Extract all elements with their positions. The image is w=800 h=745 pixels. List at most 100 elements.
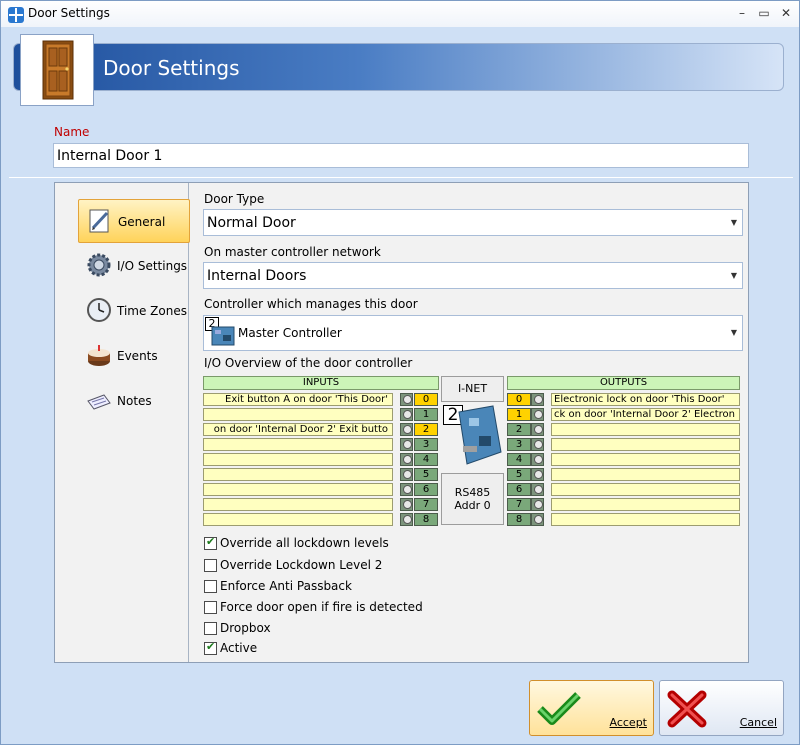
output-label[interactable]: ck on door 'Internal Door 2' Electron <box>551 408 740 421</box>
led-icon <box>531 423 544 436</box>
header-banner: Door Settings <box>13 43 784 91</box>
led-icon <box>400 453 413 466</box>
chevron-down-icon[interactable]: ▼ <box>726 316 742 350</box>
checkbox-icon[interactable] <box>204 559 217 572</box>
close-button[interactable]: ✕ <box>775 4 797 22</box>
controller-label: Controller which manages this door <box>204 297 418 311</box>
controller-board: 2 <box>441 402 504 472</box>
maximize-button[interactable]: ▭ <box>753 4 775 22</box>
checkbox-icon[interactable] <box>204 601 217 614</box>
led-icon <box>400 393 413 406</box>
option-label: Dropbox <box>220 621 271 635</box>
accept-label: Accept <box>609 716 648 729</box>
output-number: 8 <box>507 513 531 526</box>
output-label[interactable] <box>551 423 740 436</box>
app-icon <box>8 7 24 23</box>
input-number: 0 <box>414 393 438 406</box>
network-label: On master controller network <box>204 245 381 259</box>
led-icon <box>400 468 413 481</box>
input-number: 6 <box>414 483 438 496</box>
led-icon <box>531 438 544 451</box>
input-label[interactable] <box>203 498 393 511</box>
option-label: Override all lockdown levels <box>220 536 389 550</box>
controller-value: Master Controller <box>238 326 342 340</box>
header-title: Door Settings <box>103 56 240 80</box>
sidebar-item-time-zones[interactable]: Time Zones <box>78 289 190 333</box>
input-number: 4 <box>414 453 438 466</box>
led-icon <box>400 483 413 496</box>
output-label[interactable] <box>551 498 740 511</box>
io-overview-label: I/O Overview of the door controller <box>204 356 413 370</box>
checkbox-icon[interactable] <box>204 640 217 655</box>
input-number: 5 <box>414 468 438 481</box>
sidebar-item-label: Time Zones <box>117 304 187 318</box>
sidebar-item-io-settings[interactable]: I/O Settings <box>78 244 190 288</box>
addr-label: Addr 0 <box>454 499 491 512</box>
name-input[interactable]: Internal Door 1 <box>53 143 749 168</box>
led-icon <box>531 408 544 421</box>
led-icon <box>400 423 413 436</box>
chevron-down-icon[interactable]: ▼ <box>726 210 742 235</box>
input-label[interactable] <box>203 408 393 421</box>
cake-icon <box>86 342 112 368</box>
output-number: 2 <box>507 423 531 436</box>
input-number: 2 <box>414 423 438 436</box>
option-label: Force door open if fire is detected <box>220 600 423 614</box>
output-label[interactable] <box>551 513 740 526</box>
led-icon <box>531 513 544 526</box>
input-label[interactable]: on door 'Internal Door 2' Exit butto <box>203 423 393 436</box>
input-number: 3 <box>414 438 438 451</box>
accept-button[interactable]: Accept <box>529 680 654 736</box>
door-type-label: Door Type <box>204 192 265 206</box>
input-label[interactable] <box>203 483 393 496</box>
input-number: 7 <box>414 498 438 511</box>
led-icon <box>531 393 544 406</box>
chevron-down-icon[interactable]: ▼ <box>726 263 742 288</box>
notes-icon <box>86 387 112 413</box>
output-label[interactable] <box>551 483 740 496</box>
input-number: 8 <box>414 513 438 526</box>
sidebar-item-label: I/O Settings <box>117 259 188 273</box>
output-label[interactable] <box>551 468 740 481</box>
input-label[interactable] <box>203 438 393 451</box>
led-icon <box>400 438 413 451</box>
window-title: Door Settings <box>28 6 110 20</box>
output-number: 0 <box>507 393 531 406</box>
minimize-button[interactable]: – <box>731 4 753 22</box>
network-select[interactable]: Internal Doors ▼ <box>203 262 743 289</box>
led-icon <box>531 468 544 481</box>
sidebar-item-general[interactable]: General <box>78 199 190 243</box>
output-label[interactable] <box>551 438 740 451</box>
input-label[interactable]: Exit button A on door 'This Door' <box>203 393 393 406</box>
separator <box>9 177 793 178</box>
option-label: Override Lockdown Level 2 <box>220 558 383 572</box>
sidebar-item-events[interactable]: Events <box>78 334 190 378</box>
door-type-select[interactable]: Normal Door ▼ <box>203 209 743 236</box>
output-label[interactable] <box>551 453 740 466</box>
led-icon <box>531 483 544 496</box>
output-label[interactable]: Electronic lock on door 'This Door' <box>551 393 740 406</box>
input-number: 1 <box>414 408 438 421</box>
clock-icon <box>86 297 112 323</box>
output-number: 6 <box>507 483 531 496</box>
output-number: 7 <box>507 498 531 511</box>
cancel-button[interactable]: Cancel <box>659 680 784 736</box>
input-label[interactable] <box>203 453 393 466</box>
sidebar-nav: General I/O Settings Time Zones Events N… <box>55 183 190 662</box>
cancel-label: Cancel <box>739 716 777 729</box>
door-settings-window: Door Settings – ▭ ✕ Door Settings Name I… <box>0 0 800 745</box>
option-label: Active <box>220 641 258 655</box>
input-label[interactable] <box>203 468 393 481</box>
controller-icon <box>206 323 236 353</box>
gear-icon <box>86 252 112 278</box>
checkbox-icon[interactable] <box>204 535 217 550</box>
door-type-value: Normal Door <box>207 215 296 231</box>
sidebar-item-label: General <box>118 215 166 229</box>
sidebar-item-notes[interactable]: Notes <box>78 379 190 423</box>
checkbox-icon[interactable] <box>204 580 217 593</box>
check-icon <box>536 689 582 732</box>
input-label[interactable] <box>203 513 393 526</box>
checkbox-icon[interactable] <box>204 622 217 635</box>
led-icon <box>400 498 413 511</box>
controller-select[interactable]: 2 Master Controller ▼ <box>203 315 743 351</box>
